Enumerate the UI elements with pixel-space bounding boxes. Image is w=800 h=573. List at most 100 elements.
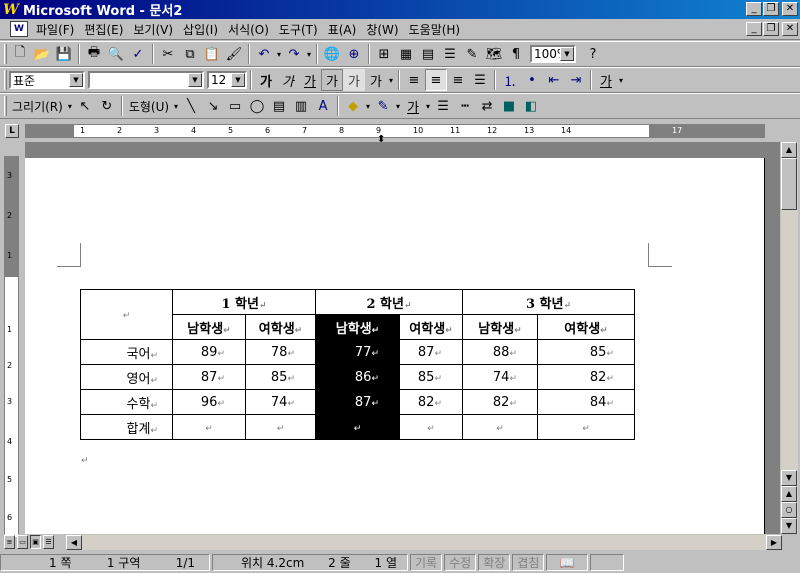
close-button[interactable]: ✕ (782, 2, 798, 16)
style-select[interactable]: 표준 ▼ (9, 71, 85, 89)
columns-icon[interactable]: ☰ (439, 43, 461, 65)
grade-header-2[interactable]: 2 학년↵ (315, 289, 463, 315)
score-cell[interactable]: 89↵ (172, 339, 246, 365)
scroll-left-button[interactable]: ◀ (66, 535, 82, 550)
hyperlink-icon[interactable]: 🌐 (321, 43, 343, 65)
shadow-icon[interactable]: ■ (498, 95, 520, 117)
score-cell-selected[interactable]: 77↵ (315, 339, 400, 365)
line-icon[interactable]: ╲ (180, 95, 202, 117)
menu-edit[interactable]: 편집(E) (79, 21, 128, 38)
score-cell[interactable]: 85↵ (245, 364, 316, 390)
select-browse-object-button[interactable]: ○ (781, 502, 797, 518)
italic-button[interactable]: 가 (277, 69, 299, 91)
grade-header-1[interactable]: 1 학년↵ (172, 289, 316, 315)
score-cell[interactable]: 78↵ (245, 339, 316, 365)
spelling-icon[interactable]: ✓ (127, 43, 149, 65)
menu-view[interactable]: 보기(V) (128, 21, 178, 38)
score-cell[interactable]: 87↵ (399, 339, 463, 365)
wordart-icon[interactable]: A (312, 95, 334, 117)
doc-minimize-button[interactable]: _ (746, 22, 762, 36)
restore-button[interactable]: ❐ (763, 2, 779, 16)
font-color-dropdown-icon[interactable]: ▾ (617, 69, 625, 91)
scroll-right-button[interactable]: ▶ (766, 535, 782, 550)
drawing-font-color-dropdown-icon[interactable]: ▾ (424, 95, 432, 117)
grade-table[interactable]: ↵ 1 학년↵ 2 학년↵ 3 학년↵ 남학생↵ 여학생↵ 남학생↵ 여학생↵ … (80, 289, 635, 440)
doc-close-button[interactable]: ✕ (782, 22, 798, 36)
horizontal-ruler[interactable]: 1 2 3 4 5 6 7 8 9 10 11 12 13 14 15 16 1… (25, 124, 765, 138)
score-cell-selected[interactable]: ↵ (315, 414, 400, 440)
menu-window[interactable]: 창(W) (361, 21, 403, 38)
help-icon[interactable]: ? (582, 43, 604, 65)
score-cell[interactable]: 82↵ (399, 389, 463, 415)
overtype-indicator[interactable]: 겹침 (512, 554, 545, 571)
decrease-indent-icon[interactable]: ⇤ (543, 69, 565, 91)
free-rotate-icon[interactable]: ↻ (96, 95, 118, 117)
record-macro-indicator[interactable]: 기록 (410, 554, 443, 571)
subheader-cell[interactable]: 여학생↵ (537, 314, 635, 340)
line-style-icon[interactable]: ☰ (432, 95, 454, 117)
fill-color-icon[interactable]: ◆ (342, 95, 364, 117)
tables-borders-icon[interactable]: ⊞ (373, 43, 395, 65)
drawing-font-color-button[interactable]: 가 (402, 95, 424, 117)
score-cell[interactable]: 87↵ (172, 364, 246, 390)
ruby-dropdown-icon[interactable]: ▾ (387, 69, 395, 91)
subheader-cell[interactable]: 남학생↵ (172, 314, 246, 340)
scroll-up-button[interactable]: ▲ (781, 142, 797, 158)
shadow-button[interactable]: 가 (343, 69, 365, 91)
rectangle-icon[interactable]: ▭ (224, 95, 246, 117)
grade-header-3[interactable]: 3 학년↵ (462, 289, 635, 315)
menu-help[interactable]: 도움말(H) (404, 21, 466, 38)
word-app-icon[interactable]: W (3, 2, 19, 18)
document-icon[interactable]: W (10, 21, 28, 37)
score-cell[interactable]: ↵ (245, 414, 316, 440)
score-cell-selected[interactable]: 87↵ (315, 389, 400, 415)
menu-format[interactable]: 서식(O) (223, 21, 274, 38)
paste-icon[interactable]: 📋 (201, 43, 223, 65)
chevron-down-icon[interactable]: ▼ (231, 73, 245, 87)
subheader-cell[interactable]: 여학생↵ (399, 314, 463, 340)
document-page[interactable]: ↵ 1 학년↵ 2 학년↵ 3 학년↵ 남학생↵ 여학생↵ 남학생↵ 여학생↵ … (25, 158, 765, 534)
save-icon[interactable]: 💾 (53, 43, 75, 65)
vertical-scrollbar[interactable]: ▲ ▼ ▲ ○ ▼ (781, 142, 798, 534)
score-cell[interactable]: 74↵ (245, 389, 316, 415)
drawing-icon[interactable]: ✎ (461, 43, 483, 65)
score-cell[interactable]: 88↵ (462, 339, 538, 365)
menu-table[interactable]: 표(A) (323, 21, 362, 38)
undo-dropdown-icon[interactable]: ▾ (275, 43, 283, 65)
new-document-icon[interactable]: 🗋 (9, 43, 31, 65)
chevron-down-icon[interactable]: ▼ (560, 47, 574, 61)
score-cell[interactable]: ↵ (399, 414, 463, 440)
show-hide-icon[interactable]: ¶ (505, 43, 527, 65)
ruby-button[interactable]: 가 (365, 69, 387, 91)
score-cell[interactable]: 85↵ (399, 364, 463, 390)
menu-insert[interactable]: 삽입(I) (178, 21, 223, 38)
previous-page-button[interactable]: ▲ (781, 486, 797, 502)
format-painter-icon[interactable]: 🖌 (223, 43, 245, 65)
score-cell[interactable]: 82↵ (537, 364, 635, 390)
print-preview-icon[interactable]: 🔍 (105, 43, 127, 65)
zoom-select[interactable]: 100% ▼ (530, 45, 576, 63)
menu-tools[interactable]: 도구(T) (274, 21, 323, 38)
redo-icon[interactable]: ↷ (283, 43, 305, 65)
outline-view-icon[interactable]: ☰ (43, 535, 54, 549)
justify-icon[interactable]: ☰ (469, 69, 491, 91)
score-cell[interactable]: ↵ (172, 414, 246, 440)
font-select[interactable]: ▼ (88, 71, 204, 89)
web-toolbar-icon[interactable]: ⊕ (343, 43, 365, 65)
spelling-status-icon[interactable]: 📖 (546, 554, 589, 571)
draw-dropdown-icon[interactable]: ▾ (66, 95, 74, 117)
font-color-button[interactable]: 가 (595, 69, 617, 91)
arrow-icon[interactable]: ↘ (202, 95, 224, 117)
tab-selector[interactable]: L (5, 124, 19, 138)
font-size-select[interactable]: 12 ▼ (207, 71, 247, 89)
fill-color-dropdown-icon[interactable]: ▾ (364, 95, 372, 117)
vertical-ruler[interactable]: 3 2 1 1 2 3 4 5 6 (4, 156, 19, 537)
open-folder-icon[interactable]: 📂 (31, 43, 53, 65)
copy-icon[interactable]: ⧉ (179, 43, 201, 65)
line-color-icon[interactable]: ✎ (372, 95, 394, 117)
cut-icon[interactable]: ✂ (157, 43, 179, 65)
redo-dropdown-icon[interactable]: ▾ (305, 43, 313, 65)
extend-selection-indicator[interactable]: 확장 (478, 554, 511, 571)
subheader-cell[interactable]: 여학생↵ (245, 314, 316, 340)
numbering-icon[interactable]: ⒈ (499, 69, 521, 91)
